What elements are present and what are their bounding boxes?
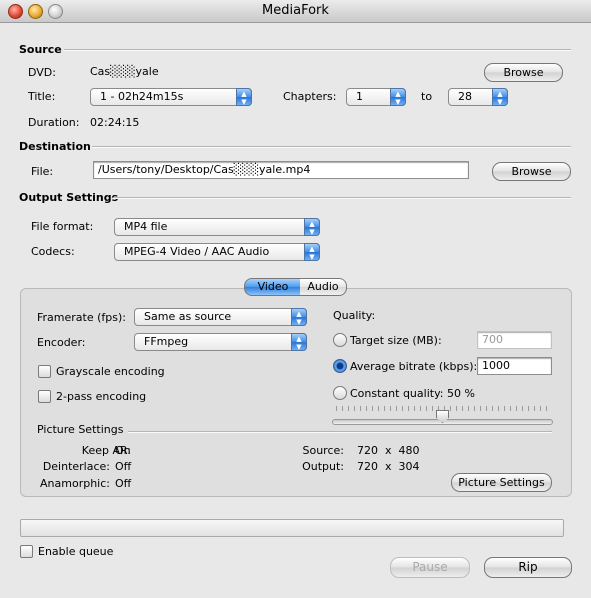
title-label: Title: [28,90,56,103]
duration-value: 02:24:15 [90,116,140,129]
picture-settings-button[interactable]: Picture Settings [451,473,552,492]
framerate-value: Same as source [144,310,232,323]
codecs-value: MPEG-4 Video / AAC Audio [124,245,270,258]
encoder-value: FFmpeg [144,335,189,348]
grayscale-label: Grayscale encoding [56,365,165,378]
chapters-to-label: to [421,90,433,103]
pause-button[interactable]: Pause [390,557,470,578]
title-select[interactable]: 1 - 02h24m15s ▲ ▼ [90,88,252,106]
rip-button[interactable]: Rip [484,557,572,578]
chapter-start-select[interactable]: 1 ▲ ▼ [346,88,406,106]
destination-browse-button[interactable]: Browse [492,162,571,181]
destination-heading: Destination [19,140,91,153]
source-divider [64,49,571,51]
target-size-field[interactable]: 700 [477,331,552,349]
codecs-select[interactable]: MPEG-4 Video / AAC Audio ▲ ▼ [114,243,320,261]
duration-label: Duration: [28,116,80,129]
grayscale-checkbox[interactable] [38,365,51,378]
average-bitrate-field[interactable]: 1000 [477,357,552,375]
chevron-up-down-icon: ▲ ▼ [492,88,508,106]
codecs-label: Codecs: [31,245,75,258]
dvd-name: Cas░░░yale [90,65,159,78]
constant-quality-radio[interactable] [333,386,347,400]
target-size-label: Target size (MB): [350,334,442,347]
title-select-value: 1 - 02h24m15s [100,90,184,103]
encoder-label: Encoder: [37,336,86,349]
chapter-start-value: 1 [356,90,363,103]
file-format-label: File format: [31,220,94,233]
enable-queue-checkbox[interactable] [20,545,33,558]
chevron-up-down-icon: ▲ ▼ [291,333,307,351]
framerate-select[interactable]: Same as source ▲ ▼ [134,308,307,326]
tab-audio[interactable]: Audio [300,278,347,296]
chapter-end-value: 28 [458,90,472,103]
title-bar[interactable]: MediaFork [0,0,591,23]
chevron-up-down-icon: ▲ ▼ [291,308,307,326]
picture-settings-divider [128,431,552,433]
anamorphic-value: Off [115,477,132,490]
file-format-select[interactable]: MP4 file ▲ ▼ [114,218,320,236]
two-pass-checkbox[interactable] [38,390,51,403]
constant-quality-label: Constant quality: 50 % [350,387,475,400]
source-heading: Source [19,43,62,56]
average-bitrate-label: Average bitrate (kbps): [350,360,478,373]
file-label: File: [31,165,54,178]
chevron-up-down-icon: ▲ ▼ [304,243,320,261]
output-size-label: Output: [302,460,344,473]
file-path-field[interactable]: /Users/tony/Desktop/Cas░░░yale.mp4 [93,161,469,179]
output-size-value: 720 x 304 [357,460,420,473]
target-size-radio[interactable] [333,333,347,347]
enable-queue-label: Enable queue [38,545,114,558]
window-title: MediaFork [262,3,329,18]
chevron-up-down-icon: ▲ ▼ [390,88,406,106]
output-settings-divider [113,197,571,199]
chapters-label: Chapters: [283,90,337,103]
file-format-value: MP4 file [124,220,168,233]
destination-divider [92,146,571,148]
dvd-label: DVD: [28,66,56,79]
source-size-value: 720 x 480 [357,444,420,457]
anamorphic-label: Anamorphic: [40,477,110,490]
framerate-label: Framerate (fps): [37,311,126,324]
chevron-up-down-icon: ▲ ▼ [236,88,252,106]
chapter-end-select[interactable]: 28 ▲ ▼ [448,88,508,106]
encoder-select[interactable]: FFmpeg ▲ ▼ [134,333,307,351]
average-bitrate-radio[interactable] [333,359,347,373]
quality-label: Quality: [333,309,376,322]
output-settings-heading: Output Settings [19,191,119,204]
encode-progress-bar [20,519,564,537]
source-browse-button[interactable]: Browse [484,63,563,82]
two-pass-label: 2-pass encoding [56,390,147,403]
chevron-up-down-icon: ▲ ▼ [304,218,320,236]
tab-video[interactable]: Video [244,278,302,296]
mediafork-window: MediaFork Source DVD: Cas░░░yale Browse … [0,0,591,598]
picture-settings-heading: Picture Settings [37,423,124,436]
source-size-label: Source: [302,444,345,457]
